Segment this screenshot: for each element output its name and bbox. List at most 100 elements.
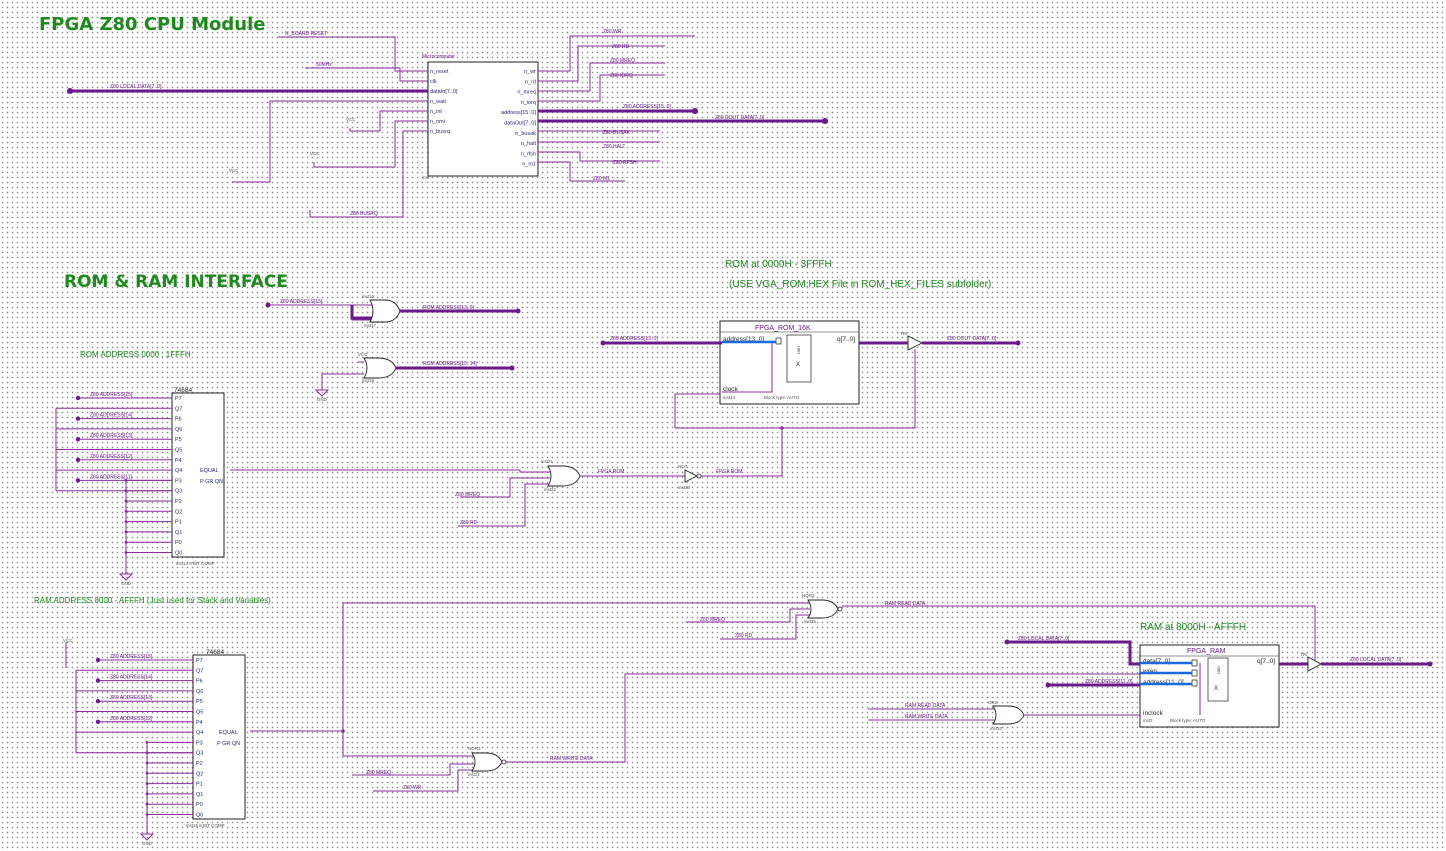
comp-pin-Q7: Q7 bbox=[196, 668, 203, 674]
ram-pin-inclock: inclock bbox=[1143, 710, 1164, 717]
top-gate-2-inst: inst18 bbox=[362, 378, 375, 383]
comp-pin-Q0: Q0 bbox=[175, 551, 182, 557]
comp-pin-P4: P4 bbox=[175, 458, 182, 464]
svg-text:VCC: VCC bbox=[63, 638, 73, 643]
cpu-module-title: FPGA Z80 CPU Module bbox=[39, 14, 265, 35]
rom-ram-title: ROM & RAM INTERFACE bbox=[64, 272, 288, 292]
cpu-vcc-3: VCC bbox=[310, 151, 320, 156]
cpu-pin-n_wr: n_wr bbox=[524, 69, 536, 75]
cpu-block[interactable]: Microcomputer inst n_resetclk dataIn[7..0… bbox=[417, 53, 547, 183]
rom-select-gate bbox=[547, 465, 581, 487]
comp-addr-label: Z80 ADDRESS[15] bbox=[110, 654, 153, 660]
ram-comparator[interactable]: 74684 inst16 8 BIT COMP P7 Q7 P6 Q6 P5 Q5 P4 Q4… bbox=[186, 649, 246, 828]
comp-pin-P4: P4 bbox=[196, 720, 203, 726]
comp-pin-P1: P1 bbox=[196, 782, 203, 788]
svg-text:inst22: inst22 bbox=[544, 487, 557, 492]
rom-address-note: ROM ADDRESS 0000 : 1FFFH bbox=[80, 350, 191, 359]
rom-comp-pgrq: P GR QN bbox=[200, 479, 223, 485]
ram-nor-mreq-label: Z80 MREQ bbox=[700, 617, 725, 623]
svg-text:inst20: inst20 bbox=[678, 485, 691, 490]
ram-comparator-wires: Z80 ADDRESS[15] Z80 ADDRESS[14] Z80 ADDRES… bbox=[75, 654, 193, 834]
rom-or-mreq-label: Z80 MREQ bbox=[455, 492, 480, 498]
rom-comparator[interactable]: 74684 inst14 8 BIT COMP P7 Q7 P6 Q6 P5 Q5 P4 Q4… bbox=[171, 387, 225, 566]
svg-text:NOT: NOT bbox=[678, 464, 688, 469]
comp-pin-P5: P5 bbox=[196, 699, 203, 705]
comp-pin-P7: P7 bbox=[175, 396, 182, 402]
comp-addr-label: Z80 ADDRESS[15] bbox=[90, 392, 133, 398]
cpu-pin-n_iorq: n_iorq bbox=[521, 100, 536, 106]
cpu-out-address-label: Z80 ADDRESS[15..0] bbox=[623, 104, 671, 110]
ram-read-gate bbox=[807, 599, 839, 619]
rom-hex-note: (USE VGA_ROM.HEX File in ROM_HEX_FILES s… bbox=[729, 279, 991, 290]
cpu-out-iorq-label: Z80 IORQ bbox=[610, 73, 633, 79]
ram-clock-gate bbox=[992, 705, 1025, 725]
comp-pin-Q4: Q4 bbox=[175, 468, 182, 474]
comp-pin-Q3: Q3 bbox=[196, 751, 203, 757]
svg-text:ram: ram bbox=[796, 346, 801, 354]
ram-write-in-label: RAM WRITE DATA bbox=[905, 714, 948, 720]
rom-block-type: Block type: AUTO bbox=[764, 395, 800, 400]
ram-pin-q: q[7..0] bbox=[1257, 658, 1275, 665]
comp-pin-Q5: Q5 bbox=[175, 448, 182, 454]
ram-address-note: RAM ADDRESS 8000 - AFFFH (Just used for … bbox=[34, 596, 271, 605]
cpu-pin-n_m1: n_m1 bbox=[522, 162, 536, 168]
cpu-inst: inst bbox=[422, 175, 430, 180]
svg-text:GND: GND bbox=[121, 581, 132, 586]
cpu-out-rd-label: Z80 RD bbox=[612, 44, 630, 50]
top-gate-1-inst: inst17 bbox=[364, 323, 377, 328]
svg-text:TRI: TRI bbox=[900, 331, 907, 336]
rom-addr-out-label-2: ROM ADDRESS[15..14] bbox=[423, 361, 477, 367]
cpu-out-m1-label: Z80 M1 bbox=[593, 176, 610, 182]
ram-write-label: RAM WRITE DATA bbox=[550, 756, 593, 762]
rom-top-gate-1 bbox=[369, 299, 401, 323]
cpu-pin-n_busak: n_busak bbox=[515, 131, 536, 137]
rom-comparator-wires: Z80 ADDRESS[15] Z80 ADDRESS[14] Z80 ADDRES… bbox=[55, 392, 172, 574]
rom-top-gate-2 bbox=[363, 357, 397, 379]
comp-addr-label: Z80 ADDRESS[14] bbox=[90, 413, 133, 419]
ram-block[interactable]: FPGA_RAM data[7..0] wren address[11..0] … bbox=[1139, 644, 1280, 728]
cpu-out-wr-label: Z80 WR bbox=[603, 29, 622, 35]
rom-location-note: ROM at 0000H - 3FFFH bbox=[725, 259, 832, 270]
comp-addr-label: Z80 ADDRESS[12] bbox=[90, 454, 133, 460]
svg-text:inst16: inst16 bbox=[362, 294, 375, 299]
rom-out-label: Z80 DOUT DATA[7..0] bbox=[947, 336, 997, 342]
ram-write-gate bbox=[471, 752, 503, 772]
svg-text:inst25: inst25 bbox=[804, 619, 817, 624]
cpu-pin-n_reset: n_reset bbox=[430, 69, 449, 75]
ram-out-label: Z80 LOCAL DATA[7..0] bbox=[1350, 657, 1402, 663]
svg-text:TRI: TRI bbox=[1300, 652, 1307, 657]
svg-text:inst10: inst10 bbox=[990, 726, 1003, 731]
comp-pin-P0: P0 bbox=[196, 802, 203, 808]
rom-comp-inst: inst14 8 BIT COMP bbox=[176, 561, 215, 566]
rom-block[interactable]: FPGA_ROM_16K address[13..0] clock q[7..0… bbox=[719, 320, 860, 405]
comp-pin-P2: P2 bbox=[196, 761, 203, 767]
cpu-name: Microcomputer bbox=[422, 54, 455, 60]
comp-pin-Q6: Q6 bbox=[196, 689, 203, 695]
rom-address-gates: inst16 inst17 ROM ADDRESS[13..0] Z80 ADD… bbox=[265, 294, 521, 402]
comp-pin-P0: P0 bbox=[175, 540, 182, 546]
cpu-pin-n_wait: n_wait bbox=[430, 99, 446, 105]
comp-pin-P3: P3 bbox=[175, 478, 182, 484]
comp-addr-label: Z80 ADDRESS[12] bbox=[110, 716, 153, 722]
rom-gate-in-label: Z80 ADDRESS[15] bbox=[280, 299, 323, 305]
rom-inst: inst44 bbox=[723, 395, 736, 400]
comp-pin-Q5: Q5 bbox=[196, 710, 203, 716]
comp-pin-Q1: Q1 bbox=[175, 530, 182, 536]
rom-addr-out-label-1: ROM ADDRESS[13..0] bbox=[423, 305, 474, 311]
svg-text:VCC: VCC bbox=[358, 352, 368, 357]
cpu-pin-dataIn[7..0]: dataIn[7..0] bbox=[430, 89, 458, 95]
svg-text:FPGA ROM: FPGA ROM bbox=[716, 469, 742, 475]
rom-in-label: Z80 ADDRESS[13..0] bbox=[610, 336, 658, 342]
ram-in-data-label: Z80 LOCAL DATA[7..0] bbox=[1018, 636, 1070, 642]
ram-in-address-label: Z80 ADDRESS[11..0] bbox=[1085, 679, 1133, 685]
ram-select-logic: VCC Z80 MREQ Z80 RD NOR3 inst25 RAM READ… bbox=[63, 593, 1316, 792]
comp-pin-Q0: Q0 bbox=[196, 813, 203, 819]
cpu-pin-n_nmi: n_nmi bbox=[430, 119, 445, 125]
cpu-pin-address[15..0]: address[15..0] bbox=[501, 110, 536, 116]
ram-name: FPGA_RAM bbox=[1187, 648, 1226, 655]
cpu-out-dout-label: Z80 DOUT DATA[7..0] bbox=[715, 115, 765, 121]
comp-addr-label: Z80 ADDRESS[13] bbox=[110, 695, 153, 701]
rom-not-gate bbox=[684, 469, 699, 483]
ram-read-label: RAM READ DATA bbox=[885, 601, 926, 607]
schematic-canvas: FPGA Z80 CPU Module ROM & RAM INTERFACE … bbox=[34, 14, 1433, 846]
